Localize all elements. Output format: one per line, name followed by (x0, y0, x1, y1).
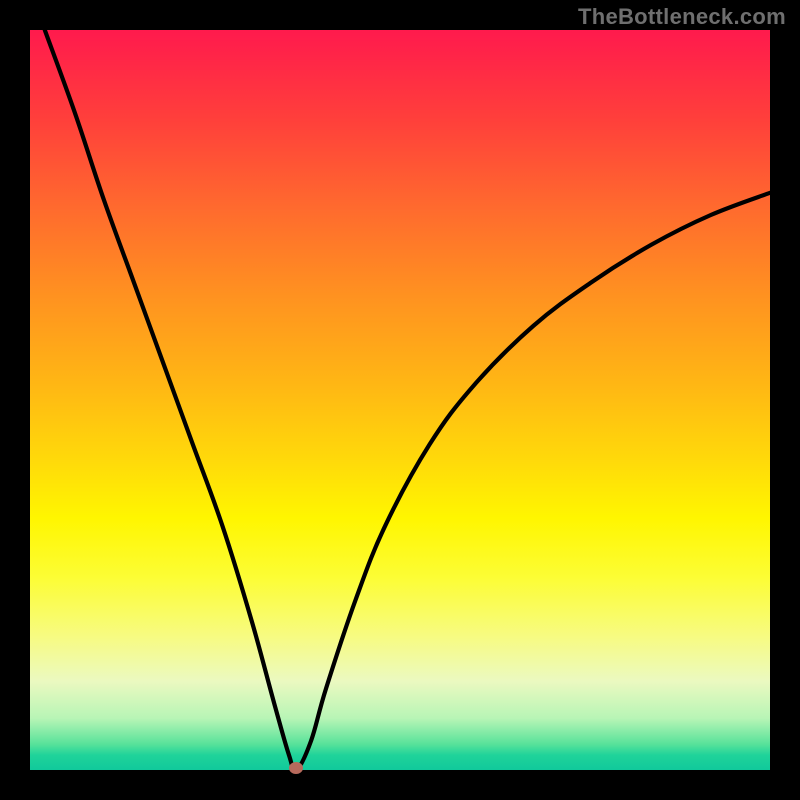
optimal-point-marker (289, 762, 303, 774)
bottleneck-curve (30, 30, 770, 770)
watermark-text: TheBottleneck.com (578, 4, 786, 30)
chart-frame: TheBottleneck.com (0, 0, 800, 800)
